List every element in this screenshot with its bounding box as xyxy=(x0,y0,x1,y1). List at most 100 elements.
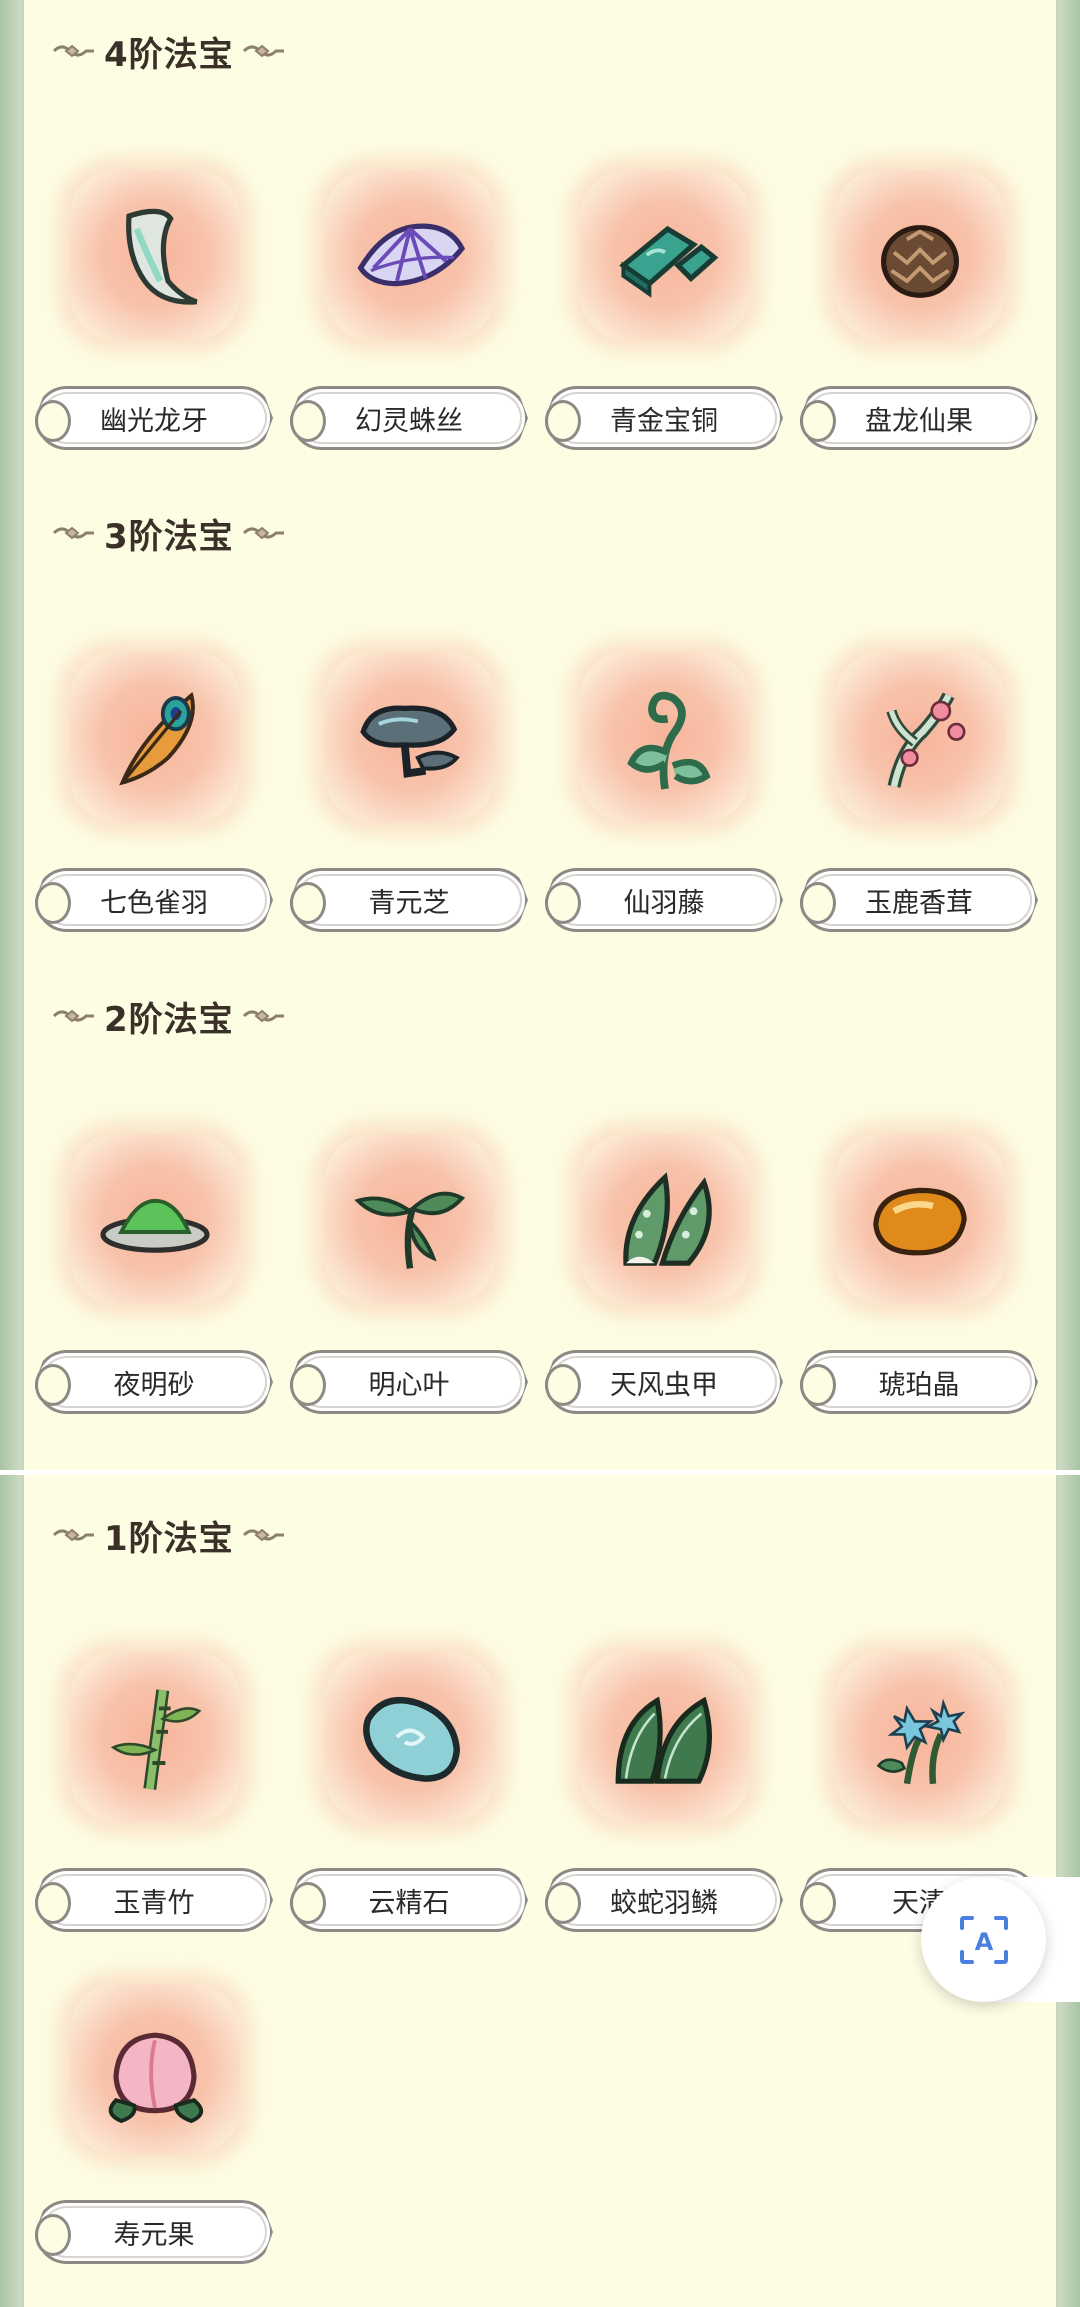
item-card[interactable]: 幻灵蛛丝 xyxy=(290,170,530,470)
item-tile xyxy=(580,1652,750,1822)
item-tile xyxy=(70,652,240,822)
item-card[interactable]: 天风虫甲 xyxy=(545,1134,785,1434)
item-tile xyxy=(580,652,750,822)
item-label-frame: 夜明砂 xyxy=(35,1350,273,1414)
section-title-tier3: 3阶法宝 xyxy=(52,510,286,557)
item-card[interactable]: 蛟蛇羽鳞 xyxy=(545,1652,785,1952)
item-tile xyxy=(325,652,495,822)
dragon-tooth-icon xyxy=(126,208,198,305)
text-recognition-button[interactable]: A xyxy=(921,1877,1046,2002)
item-card[interactable]: 七色雀羽 xyxy=(35,652,275,952)
item-label-frame: 天风虫甲 xyxy=(545,1350,783,1414)
item-name: 幽光龙牙 xyxy=(35,386,273,450)
item-card[interactable]: 青元芝 xyxy=(290,652,530,952)
ornament-left-icon xyxy=(52,44,96,58)
item-card[interactable]: 明心叶 xyxy=(290,1134,530,1434)
ornament-right-icon xyxy=(242,526,286,540)
item-name: 琥珀晶 xyxy=(800,1350,1038,1414)
item-name: 云精石 xyxy=(290,1868,528,1932)
pinecone-fruit-icon xyxy=(881,225,959,298)
item-tile xyxy=(70,1652,240,1822)
item-tile xyxy=(580,1134,750,1304)
item-card[interactable]: 寿元果 xyxy=(35,1984,275,2284)
item-label-frame: 云精石 xyxy=(290,1868,528,1932)
item-tile xyxy=(835,1134,1005,1304)
item-tile xyxy=(70,170,240,340)
item-name: 天风虫甲 xyxy=(545,1350,783,1414)
scale-icon xyxy=(615,1696,713,1784)
vine-icon xyxy=(627,691,711,790)
spider-silk-icon xyxy=(357,223,466,287)
item-label-frame: 青金宝铜 xyxy=(545,386,783,450)
item-card[interactable]: 云精石 xyxy=(290,1652,530,1952)
item-card[interactable]: 盘龙仙果 xyxy=(800,170,1040,470)
item-label-frame: 寿元果 xyxy=(35,2200,273,2264)
item-name: 蛟蛇羽鳞 xyxy=(545,1868,783,1932)
green-sand-icon xyxy=(100,1198,210,1253)
beetle-shell-icon xyxy=(623,1172,712,1266)
peach-icon xyxy=(108,2032,204,2124)
item-name: 玉青竹 xyxy=(35,1868,273,1932)
item-tile xyxy=(325,1652,495,1822)
item-tile xyxy=(580,170,750,340)
amber-icon xyxy=(873,1187,967,1256)
bamboo-icon xyxy=(110,1689,202,1790)
item-name: 夜明砂 xyxy=(35,1350,273,1414)
item-name: 盘龙仙果 xyxy=(800,386,1038,450)
item-label-frame: 明心叶 xyxy=(290,1350,528,1414)
peacock-feather-icon xyxy=(119,691,195,786)
item-name: 七色雀羽 xyxy=(35,868,273,932)
section-title-tier4: 4阶法宝 xyxy=(52,28,286,75)
ornament-right-icon xyxy=(242,1528,286,1542)
item-card[interactable]: 青金宝铜 xyxy=(545,170,785,470)
section-title-tier2: 2阶法宝 xyxy=(52,993,286,1040)
section-title-text: 1阶法宝 xyxy=(104,1518,234,1559)
item-label-frame: 仙羽藤 xyxy=(545,868,783,932)
item-name: 明心叶 xyxy=(290,1350,528,1414)
svg-text:A: A xyxy=(974,1928,993,1956)
text-recognition-icon: A xyxy=(959,1915,1008,1964)
lingzhi-mushroom-icon xyxy=(360,705,460,778)
item-tile xyxy=(70,1984,240,2154)
item-card[interactable]: 仙羽藤 xyxy=(545,652,785,952)
ornament-left-icon xyxy=(52,1009,96,1023)
ornament-right-icon xyxy=(242,1009,286,1023)
item-label-frame: 幻灵蛛丝 xyxy=(290,386,528,450)
antler-icon xyxy=(886,692,966,788)
item-tile xyxy=(835,652,1005,822)
section-title-text: 4阶法宝 xyxy=(104,34,234,75)
item-name: 幻灵蛛丝 xyxy=(290,386,528,450)
item-label-frame: 玉青竹 xyxy=(35,1868,273,1932)
item-tile xyxy=(835,1652,1005,1822)
item-card[interactable]: 玉鹿香茸 xyxy=(800,652,1040,952)
item-label-frame: 七色雀羽 xyxy=(35,868,273,932)
item-tile xyxy=(70,1134,240,1304)
item-name: 仙羽藤 xyxy=(545,868,783,932)
item-card[interactable]: 幽光龙牙 xyxy=(35,170,275,470)
ornament-right-icon xyxy=(242,44,286,58)
cloud-stone-icon xyxy=(363,1697,461,1782)
item-tile xyxy=(835,170,1005,340)
item-name: 青元芝 xyxy=(290,868,528,932)
leaf-sprig-icon xyxy=(354,1191,466,1269)
ornament-left-icon xyxy=(52,1528,96,1542)
item-name: 玉鹿香茸 xyxy=(800,868,1038,932)
item-tile xyxy=(325,1134,495,1304)
blue-flower-icon xyxy=(876,1698,966,1785)
item-label-frame: 盘龙仙果 xyxy=(800,386,1038,450)
item-label-frame: 蛟蛇羽鳞 xyxy=(545,1868,783,1932)
item-label-frame: 幽光龙牙 xyxy=(35,386,273,450)
item-card[interactable]: 玉青竹 xyxy=(35,1652,275,1952)
item-card[interactable]: 夜明砂 xyxy=(35,1134,275,1434)
section-title-text: 2阶法宝 xyxy=(104,999,234,1040)
bronze-ingot-icon xyxy=(619,225,719,298)
section-title-text: 3阶法宝 xyxy=(104,516,234,557)
section-title-tier1: 1阶法宝 xyxy=(52,1512,286,1559)
item-name: 寿元果 xyxy=(35,2200,273,2264)
item-tile xyxy=(325,170,495,340)
item-name: 青金宝铜 xyxy=(545,386,783,450)
ornament-left-icon xyxy=(52,526,96,540)
item-card[interactable]: 琥珀晶 xyxy=(800,1134,1040,1434)
item-label-frame: 玉鹿香茸 xyxy=(800,868,1038,932)
item-label-frame: 琥珀晶 xyxy=(800,1350,1038,1414)
